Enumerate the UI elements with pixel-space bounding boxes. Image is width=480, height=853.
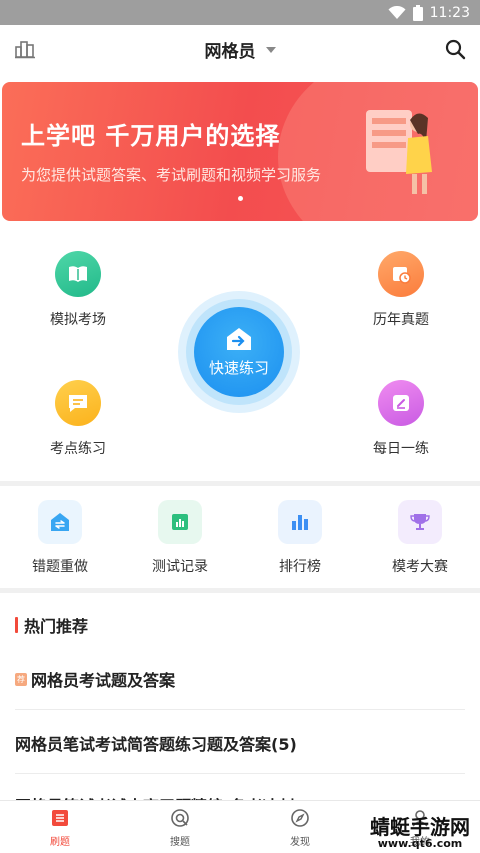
page-title: 网格员 [204, 41, 256, 62]
mock-contest-label: 模考大赛 [392, 559, 448, 575]
bar-chart-icon [278, 500, 322, 544]
title-bar: 网格员 [0, 25, 480, 73]
recommend-badge: 荐 [15, 672, 27, 686]
section-divider [0, 588, 480, 593]
section-accent-bar [15, 617, 18, 633]
search-icon[interactable] [444, 38, 466, 60]
nav-item-practice[interactable]: 刷题 [30, 807, 90, 848]
section-divider [0, 481, 480, 486]
quick-practice-button[interactable]: 快速练习 [194, 307, 284, 397]
status-time: 11:23 [429, 4, 470, 21]
list-separator [15, 773, 465, 774]
banner-subtitle: 为您提供试题答案、考试刷题和视频学习服务 [21, 166, 322, 184]
list-item[interactable]: 荐 网格员考试题及答案 [15, 667, 465, 691]
edit-icon [378, 380, 424, 426]
nav-item-discover[interactable]: 发现 [270, 807, 330, 848]
nav-label-search: 搜题 [170, 837, 190, 848]
calendar-clock-icon [378, 251, 424, 297]
watermark-text: 蜻蜓手游网 [370, 815, 470, 839]
house-arrow-icon [227, 327, 251, 350]
caret-down-icon [265, 47, 276, 53]
daily-practice-label: 每日一练 [373, 441, 429, 457]
past-papers-button[interactable]: 历年真题 [351, 251, 451, 329]
list-icon [49, 807, 71, 829]
ranking-label: 排行榜 [279, 559, 321, 575]
list-separator [15, 709, 465, 710]
status-bar: 11:23 [0, 0, 480, 25]
message-icon [55, 380, 101, 426]
promo-banner[interactable]: 上学吧 千万用户的选择 为您提供试题答案、考试刷题和视频学习服务 [2, 82, 478, 221]
test-record-button[interactable]: 测试记录 [130, 500, 230, 576]
point-practice-button[interactable]: 考点练习 [28, 380, 128, 458]
mock-exam-label: 模拟考场 [50, 312, 106, 328]
daily-practice-button[interactable]: 每日一练 [351, 380, 451, 458]
exam-selector[interactable]: 网格员 [0, 25, 480, 73]
watermark-url: www.qt6.com [377, 837, 463, 850]
wrong-redo-label: 错题重做 [32, 559, 88, 575]
nav-label-discover: 发现 [290, 837, 310, 848]
wrong-redo-button[interactable]: 错题重做 [10, 500, 110, 576]
banner-title: 上学吧 千万用户的选择 [21, 122, 281, 150]
search-question-icon [169, 807, 191, 829]
point-practice-label: 考点练习 [50, 441, 106, 457]
nav-item-search[interactable]: 搜题 [150, 807, 210, 848]
redo-icon [38, 500, 82, 544]
quick-practice-label: 快速练习 [208, 358, 269, 377]
watermark: 蜻蜓手游网 www.qt6.com [370, 817, 470, 850]
trophy-icon [398, 500, 442, 544]
ranking-button[interactable]: 排行榜 [250, 500, 350, 576]
list-item[interactable]: 网格员笔试考试简答题练习题及答案(5) [15, 731, 465, 755]
wifi-icon [388, 5, 406, 19]
hot-section-title: 热门推荐 [24, 617, 89, 636]
mock-exam-button[interactable]: 模拟考场 [28, 251, 128, 329]
test-record-label: 测试记录 [152, 559, 208, 575]
past-papers-label: 历年真题 [373, 312, 429, 328]
list-item-title: 网格员笔试考试简答题练习题及答案(5) [15, 735, 297, 754]
status-icons: 11:23 [388, 0, 470, 25]
banner-pager-dot[interactable] [238, 196, 243, 201]
nav-label-practice: 刷题 [50, 837, 70, 848]
banner-illustration [366, 110, 432, 194]
list-item-title: 网格员考试题及答案 [31, 671, 176, 690]
hot-section-header: 热门推荐 [15, 613, 88, 637]
mock-contest-button[interactable]: 模考大赛 [370, 500, 470, 576]
battery-icon [412, 4, 423, 21]
report-icon [158, 500, 202, 544]
book-icon [55, 251, 101, 297]
compass-icon [289, 807, 311, 829]
